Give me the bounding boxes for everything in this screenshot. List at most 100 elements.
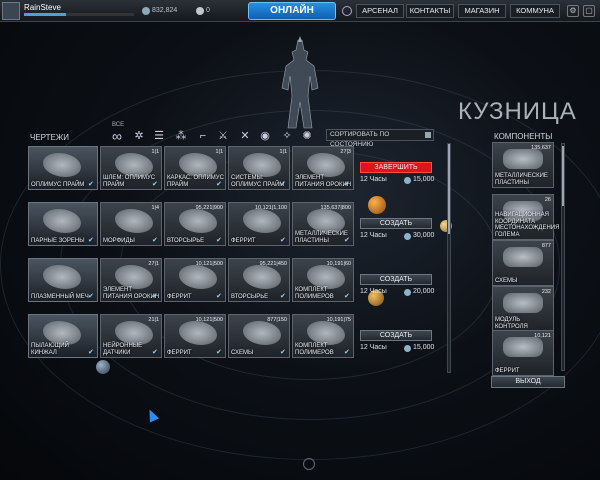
- component-image: [503, 247, 543, 267]
- check-icon: ✔: [88, 237, 94, 244]
- ingredient-card[interactable]: 21|1 НЕЙРОННЫЕ ДАТЧИКИ ✔: [100, 314, 162, 358]
- blueprint-card[interactable]: ОПЛИМУС ПРАЙМ ✔: [28, 146, 98, 190]
- ingredient-card[interactable]: 1|1 КАРКАС: ОПЛИМУС ПРАЙМ ✔: [164, 146, 226, 190]
- ingredient-image: [115, 265, 153, 289]
- bars-icon[interactable]: ☰: [152, 129, 166, 143]
- tab-arsenal[interactable]: АРСЕНАЛ: [356, 4, 404, 18]
- ingredient-card[interactable]: 10,121|500 ФЕРРИТ ✔: [164, 314, 226, 358]
- xp-bar-fill: [24, 13, 66, 16]
- eye-icon[interactable]: ◉: [258, 129, 272, 143]
- ingredient-count: 10,121|1,100: [254, 205, 287, 211]
- ingredient-card[interactable]: 10,191|75 КОМПЛЕКТ ПОЛИМЕРОВ ✔: [292, 314, 354, 358]
- build-button[interactable]: СОЗДАТЬ: [360, 274, 432, 285]
- component-card[interactable]: 232 МОДУЛЬ КОНТРОЛЯ: [492, 286, 554, 332]
- online-button[interactable]: ОНЛАЙН: [248, 2, 336, 20]
- planet-icon: [96, 360, 110, 374]
- tab-community[interactable]: КОММУНА: [510, 4, 560, 18]
- ingredient-card[interactable]: 95,221|900 ВТОРСЫРЬЕ ✔: [164, 202, 226, 246]
- build-cost: 15,000: [413, 344, 435, 351]
- component-image: [503, 293, 543, 313]
- ingredient-count: 95,221|450: [259, 261, 287, 267]
- companion-icon[interactable]: ✧: [280, 129, 294, 143]
- ingredient-image: [307, 209, 345, 233]
- blueprint-card[interactable]: ПЫЛАЮЩИЙ КИНЖАЛ ✔: [28, 314, 98, 358]
- component-card[interactable]: 10,121 ФЕРРИТ: [492, 330, 554, 376]
- ingredient-card[interactable]: 27|1 ЭЛЕМЕНТ ПИТАНИЯ ОРОКИН ✔: [100, 258, 162, 302]
- check-icon: ✔: [216, 237, 222, 244]
- ingredient-image: [243, 209, 281, 233]
- ingredient-image: [115, 321, 153, 345]
- component-card[interactable]: 877 СХЕМЫ: [492, 240, 554, 286]
- ingredient-count: 10,191|75: [326, 317, 351, 323]
- blueprints-scrollbar[interactable]: [447, 143, 451, 373]
- blueprint-image: [43, 321, 81, 345]
- credits-value: 832,824: [152, 7, 178, 14]
- ingredient-count: 10,121|500: [195, 317, 223, 323]
- lotus-icon[interactable]: [342, 6, 352, 16]
- component-name: СХЕМЫ: [495, 277, 518, 284]
- platinum-icon: [196, 7, 204, 15]
- gear-filter-icon[interactable]: ✺: [300, 129, 314, 143]
- ingredient-card[interactable]: 1|1 ШЛЕМ: ОПЛИМУС ПРАЙМ ✔: [100, 146, 162, 190]
- blueprint-card[interactable]: ПАРНЫЕ ЗОРЕНЫ ✔: [28, 202, 98, 246]
- component-name: МОДУЛЬ КОНТРОЛЯ: [495, 317, 528, 330]
- components-scrollbar[interactable]: [561, 143, 565, 371]
- build-time: 12 Часы: [360, 344, 387, 351]
- check-icon: ✔: [216, 293, 222, 300]
- check-icon: ✔: [152, 181, 158, 188]
- ingredient-card[interactable]: 10,191|60 КОМПЛЕКТ ПОЛИМЕРОВ ✔: [292, 258, 354, 302]
- ingredient-image: [179, 153, 217, 177]
- scrollbar-thumb[interactable]: [448, 144, 450, 234]
- exit-button[interactable]: ВЫХОД: [491, 376, 565, 388]
- blueprint-name: ПАРНЫЕ ЗОРЕНЫ: [31, 237, 85, 244]
- infinity-icon[interactable]: ∞: [110, 129, 124, 143]
- sort-dropdown[interactable]: СОРТИРОВАТЬ ПО СОСТОЯНИЮ: [326, 129, 434, 148]
- ingredient-card[interactable]: 1|1 СИСТЕМЫ: ОПЛИМУС ПРАЙМ ✔: [228, 146, 290, 190]
- gear-icon[interactable]: ⚙: [567, 5, 579, 17]
- warframe-figure: [281, 36, 319, 129]
- ingredient-image: [115, 209, 153, 233]
- blueprint-image: [43, 209, 81, 233]
- ingredient-count: 95,221|900: [195, 205, 223, 211]
- ingredient-image: [307, 265, 345, 289]
- component-count: 10,121: [534, 333, 551, 339]
- avatar[interactable]: [2, 2, 20, 20]
- blade-icon[interactable]: ⚔: [216, 129, 230, 143]
- globe-icon[interactable]: [303, 458, 315, 470]
- crossed-swords-icon[interactable]: ✕: [238, 129, 252, 143]
- build-button[interactable]: СОЗДАТЬ: [360, 218, 432, 229]
- ingredient-card[interactable]: 27|3 ЭЛЕМЕНТ ПИТАНИЯ ОРОКИН ✔: [292, 146, 354, 190]
- ingredient-card[interactable]: 95,221|450 ВТОРСЫРЬЕ ✔: [228, 258, 290, 302]
- ingredient-count: 27|1: [148, 261, 159, 267]
- component-card[interactable]: 135,637 МЕТАЛЛИЧЕСКИЕ ПЛАСТИНЫ: [492, 142, 554, 188]
- component-card[interactable]: 26 НАВИГАЦИОННАЯ КООРДИНАТА МЕСТОНАХОЖДЕН…: [492, 194, 559, 240]
- ingredient-card[interactable]: 135,637|800 МЕТАЛЛИЧЕСКИЕ ПЛАСТИНЫ ✔: [292, 202, 354, 246]
- fullscreen-icon[interactable]: ▢: [583, 5, 595, 17]
- snowflake-icon[interactable]: ✲: [132, 129, 146, 143]
- check-icon: ✔: [344, 181, 350, 188]
- check-icon: ✔: [344, 293, 350, 300]
- blueprint-image: [43, 153, 81, 177]
- tab-contacts[interactable]: КОНТАКТЫ: [406, 4, 454, 18]
- tab-market[interactable]: МАГАЗИН: [458, 4, 506, 18]
- credits-icon: [404, 289, 411, 296]
- nodes-icon[interactable]: ⁂: [174, 129, 188, 143]
- credits-icon: [404, 233, 411, 240]
- scrollbar-thumb[interactable]: [562, 146, 564, 206]
- check-icon: ✔: [152, 237, 158, 244]
- blueprint-card[interactable]: ПЛАЗМЕННЫЙ МЕЧ ✔: [28, 258, 98, 302]
- ingredient-card[interactable]: 1|4 МОРФИДЫ ✔: [100, 202, 162, 246]
- complete-button[interactable]: ЗАВЕРШИТЬ: [360, 162, 432, 173]
- build-button[interactable]: СОЗДАТЬ: [360, 330, 432, 341]
- ingredient-card[interactable]: 877|150 СХЕМЫ ✔: [228, 314, 290, 358]
- ingredient-count: 135,637|800: [320, 205, 352, 211]
- ingredient-card[interactable]: 10,121|1,100 ФЕРРИТ ✔: [228, 202, 290, 246]
- chevron-down-icon: [425, 132, 431, 138]
- ingredient-card[interactable]: 10,121|500 ФЕРРИТ ✔: [164, 258, 226, 302]
- username: RainSteve: [24, 3, 61, 12]
- build-cost: 15,000: [413, 176, 435, 183]
- gun-icon[interactable]: ⌐: [196, 129, 210, 143]
- blueprint-name: ПЫЛАЮЩИЙ КИНЖАЛ: [31, 343, 69, 356]
- component-count: 877: [541, 243, 551, 249]
- check-icon: ✔: [280, 181, 286, 188]
